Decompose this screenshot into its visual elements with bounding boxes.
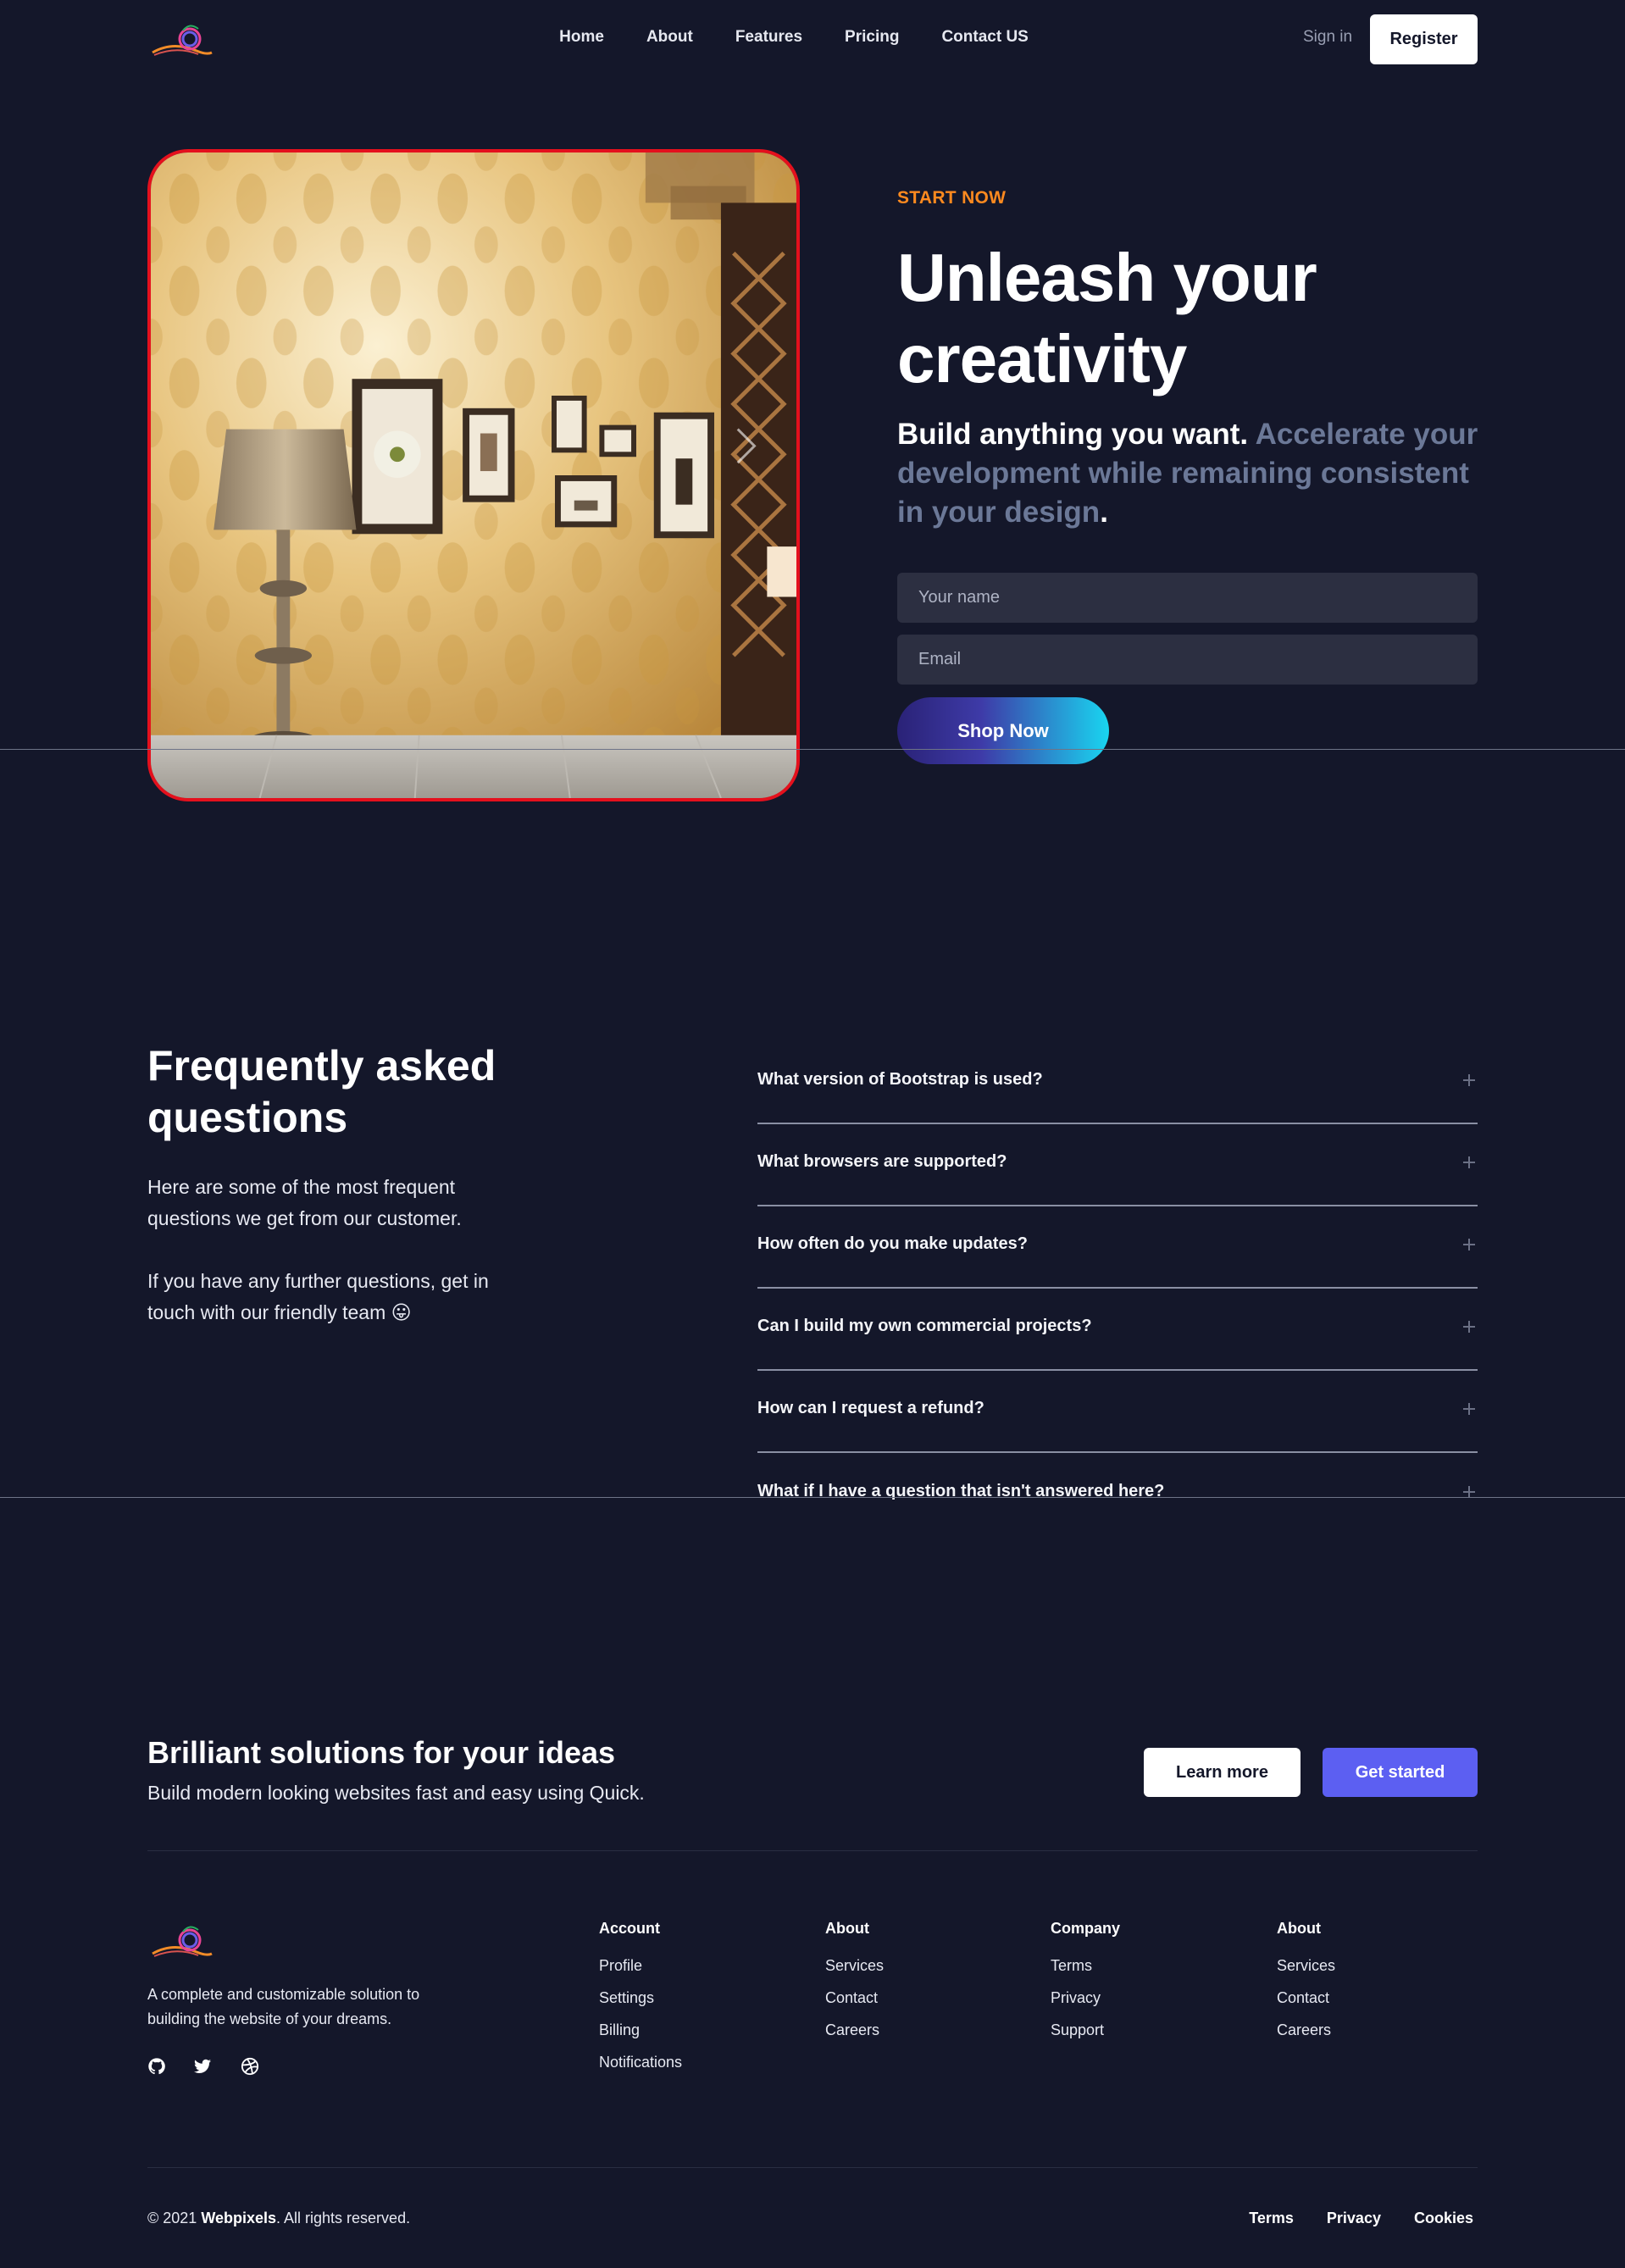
dribbble-icon[interactable] bbox=[241, 2057, 259, 2076]
github-icon[interactable] bbox=[147, 2057, 166, 2076]
footer-link-settings[interactable]: Settings bbox=[599, 1988, 682, 2007]
footer-link-privacy[interactable]: Privacy bbox=[1051, 1988, 1120, 2007]
register-button[interactable]: Register bbox=[1370, 14, 1478, 64]
footer-bottom-links: Terms Privacy Cookies bbox=[1249, 2210, 1473, 2227]
faq-title: Frequently asked questions bbox=[147, 1042, 496, 1141]
top-navbar: Home About Features Pricing Contact US S… bbox=[0, 0, 1625, 80]
faq-item[interactable]: How often do you make updates? bbox=[757, 1206, 1478, 1289]
faq-item[interactable]: What browsers are supported? bbox=[757, 1124, 1478, 1206]
faq-question: How can I request a refund? bbox=[757, 1399, 984, 1417]
plus-icon[interactable] bbox=[1461, 1400, 1478, 1417]
copyright-text: © 2021 Webpixels. All rights reserved. bbox=[147, 2210, 410, 2227]
footer-link-profile[interactable]: Profile bbox=[599, 1956, 682, 1975]
faq-accordion: What version of Bootstrap is used? What … bbox=[757, 1042, 1478, 1535]
copyright-suffix: . All rights reserved. bbox=[276, 2210, 411, 2226]
footer-link-careers[interactable]: Careers bbox=[825, 2021, 884, 2039]
shop-now-button[interactable]: Shop Now bbox=[897, 697, 1109, 764]
footer-column-title: Account bbox=[599, 1920, 660, 1937]
footer-link-services[interactable]: Services bbox=[825, 1956, 884, 1975]
faq-item[interactable]: How can I request a refund? bbox=[757, 1371, 1478, 1453]
email-input-placeholder: Email bbox=[918, 650, 962, 668]
plus-icon[interactable] bbox=[1461, 1236, 1478, 1253]
nav-link-pricing[interactable]: Pricing bbox=[845, 28, 899, 47]
copyright-brand: Webpixels bbox=[201, 2210, 277, 2226]
hero-room-image bbox=[147, 149, 800, 801]
plus-icon[interactable] bbox=[1461, 1318, 1478, 1335]
footer-link-services[interactable]: Services bbox=[1277, 1956, 1335, 1975]
learn-more-button[interactable]: Learn more bbox=[1144, 1748, 1301, 1797]
faq-item[interactable]: What version of Bootstrap is used? bbox=[757, 1042, 1478, 1124]
brand-logo[interactable] bbox=[147, 15, 215, 63]
bottom-link-terms[interactable]: Terms bbox=[1249, 2210, 1294, 2227]
footer-column-about-2: About Services Contact Careers bbox=[1277, 1920, 1335, 2053]
footer-link-billing[interactable]: Billing bbox=[599, 2021, 682, 2039]
footer-column-account: Account Profile Settings Billing Notific… bbox=[599, 1920, 682, 2085]
get-started-button[interactable]: Get started bbox=[1323, 1748, 1478, 1797]
faq-intro: Here are some of the most frequent quest… bbox=[147, 1172, 512, 1328]
hero-subtitle-end: . bbox=[1100, 496, 1108, 529]
faq-item[interactable]: What if I have a question that isn't ans… bbox=[757, 1453, 1478, 1535]
faq-item[interactable]: Can I build my own commercial projects? bbox=[757, 1289, 1478, 1371]
bottom-link-privacy[interactable]: Privacy bbox=[1327, 2210, 1381, 2227]
hero-subtitle: Build anything you want. Accelerate your… bbox=[897, 415, 1490, 532]
faq-question: Can I build my own commercial projects? bbox=[757, 1317, 1092, 1335]
faq-contact-text: If you have any further questions, get i… bbox=[147, 1270, 489, 1323]
section-guide-line bbox=[0, 1497, 1625, 1498]
footer-bottom-divider bbox=[147, 2167, 1478, 2168]
footer-column-title: About bbox=[1277, 1920, 1321, 1937]
email-input[interactable]: Email bbox=[897, 635, 1478, 685]
hero-title: Unleash your creativity bbox=[897, 237, 1490, 400]
faq-question: What version of Bootstrap is used? bbox=[757, 1070, 1043, 1089]
footer-link-notifications[interactable]: Notifications bbox=[599, 2053, 682, 2071]
footer-link-contact[interactable]: Contact bbox=[825, 1988, 884, 2007]
faq-question: How often do you make updates? bbox=[757, 1234, 1028, 1253]
plus-icon[interactable] bbox=[1461, 1072, 1478, 1089]
name-input-placeholder: Your name bbox=[918, 588, 1000, 607]
nav-link-home[interactable]: Home bbox=[559, 28, 604, 47]
bottom-link-cookies[interactable]: Cookies bbox=[1414, 2210, 1473, 2227]
nav-link-about[interactable]: About bbox=[646, 28, 693, 47]
hero-subtitle-white: Build anything you want. bbox=[897, 418, 1249, 451]
footer-logo[interactable] bbox=[147, 1916, 215, 1964]
nav-link-features[interactable]: Features bbox=[735, 28, 802, 47]
footer-link-careers[interactable]: Careers bbox=[1277, 2021, 1335, 2039]
footer-divider bbox=[147, 1850, 1478, 1851]
footer-description: A complete and customizable solution to … bbox=[147, 1986, 420, 2027]
faq-question: What browsers are supported? bbox=[757, 1152, 1007, 1171]
footer-link-support[interactable]: Support bbox=[1051, 2021, 1120, 2039]
twitter-icon[interactable] bbox=[193, 2057, 212, 2076]
footer-column-company: Company Terms Privacy Support bbox=[1051, 1920, 1120, 2053]
hero-title-line1: Unleash your bbox=[897, 240, 1317, 315]
hero-title-line2: creativity bbox=[897, 321, 1187, 396]
cta-title: Brilliant solutions for your ideas bbox=[147, 1735, 616, 1770]
nav-link-contact[interactable]: Contact US bbox=[941, 28, 1028, 47]
faq-question: What if I have a question that isn't ans… bbox=[757, 1482, 1165, 1500]
copyright-prefix: © 2021 bbox=[147, 2210, 202, 2226]
footer-link-terms[interactable]: Terms bbox=[1051, 1956, 1120, 1975]
hero-eyebrow: START NOW bbox=[897, 188, 1007, 208]
faq-intro-text: Here are some of the most frequent quest… bbox=[147, 1176, 462, 1229]
footer-column-title: About bbox=[825, 1920, 869, 1937]
footer-column-title: Company bbox=[1051, 1920, 1121, 1937]
footer-column-about: About Services Contact Careers bbox=[825, 1920, 884, 2053]
cta-subtitle: Build modern looking websites fast and e… bbox=[147, 1782, 645, 1804]
section-guide-line bbox=[0, 749, 1625, 750]
footer-link-contact[interactable]: Contact bbox=[1277, 1988, 1335, 2007]
sign-in-link[interactable]: Sign in bbox=[1303, 28, 1352, 47]
plus-icon[interactable] bbox=[1461, 1154, 1478, 1171]
name-input[interactable]: Your name bbox=[897, 573, 1478, 623]
